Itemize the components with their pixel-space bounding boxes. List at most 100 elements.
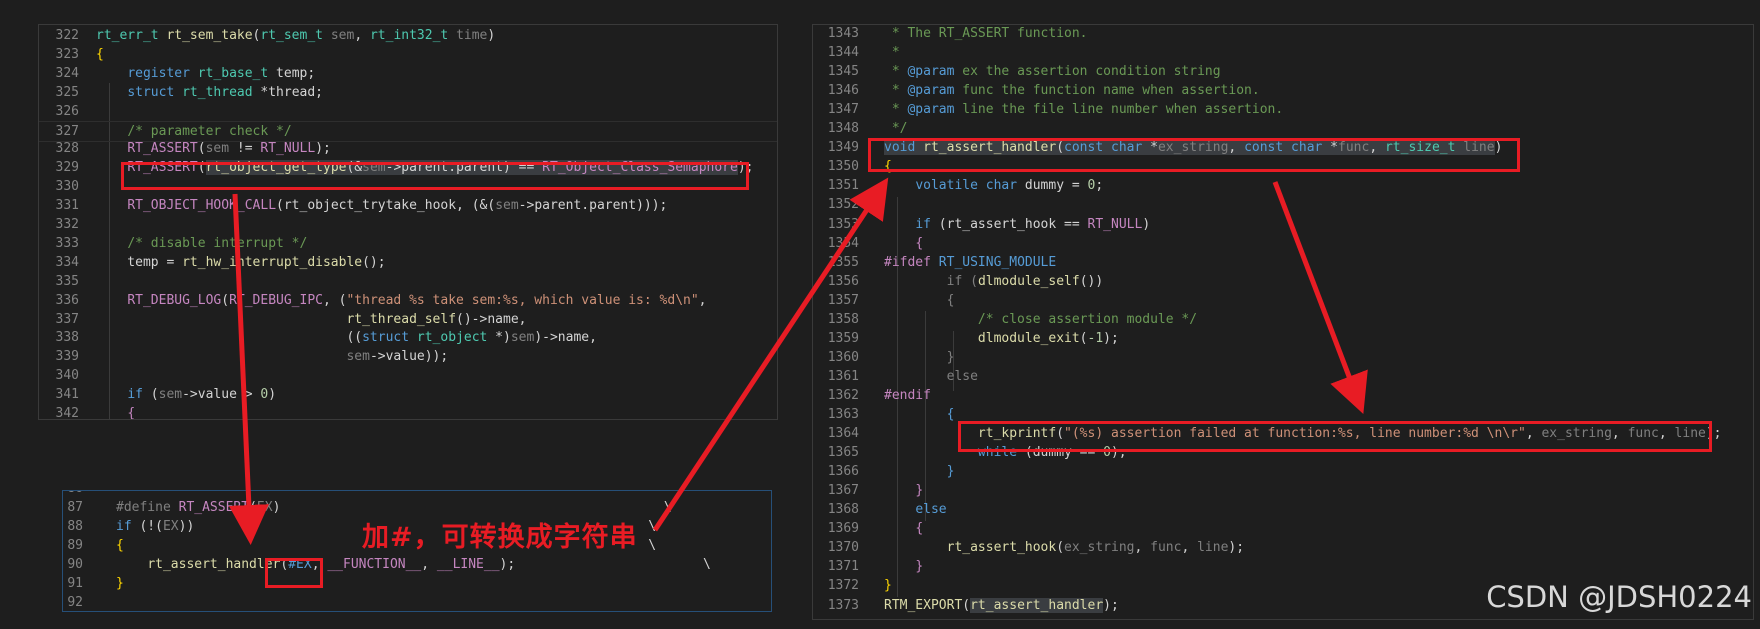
code-line[interactable]: 1349 void rt_assert_handler(const char *e… [813,138,1753,157]
code-text: * [891,45,900,61]
code-text: while (dummy == 0); [977,445,1127,461]
code-text: temp = rt_hw_interrupt_disable(); [96,254,386,270]
code-line[interactable]: 328 RT_ASSERT(sem != RT_NULL); [39,139,777,158]
code-line[interactable]: 1368 else [813,500,1753,519]
code-line[interactable]: 1343 * The RT_ASSERT function. [813,25,1753,43]
code-line[interactable]: 1355 #ifdef RT_USING_MODULE [813,253,1753,272]
code-text: /* close assertion module */ [977,311,1198,327]
code-line[interactable]: 1370 rt_assert_hook(ex_string, func, lin… [813,538,1753,557]
code-text: #ifdef RT_USING_MODULE [884,254,1057,270]
code-line[interactable]: 341 if (sem->value > 0) [39,385,777,404]
line-number: 1343 [827,26,859,41]
line-number: 337 [55,311,79,327]
code-line[interactable]: 334 temp = rt_hw_interrupt_disable(); [39,253,777,272]
code-line[interactable]: 1369 { [813,519,1753,538]
code-text: } [915,559,924,575]
line-number: 334 [55,254,79,270]
code-text: register rt_base_t temp; [127,65,316,81]
code-line[interactable]: 92 [63,593,771,611]
code-line[interactable]: 1356 if (dlmodule_self()) [813,272,1753,291]
code-line[interactable]: 1371 } [813,557,1753,576]
code-text: if (rt_assert_hook == RT_NULL) [915,216,1151,232]
line-number: 1367 [827,483,859,499]
code-line[interactable]: 1363 { [813,405,1753,424]
code-line[interactable]: 1359 dlmodule_exit(-1); [813,329,1753,348]
code-line[interactable]: 1354 { [813,234,1753,253]
code-line[interactable]: 1350 { [813,157,1753,176]
code-line[interactable]: 86 [63,491,771,498]
code-line[interactable]: 333 /* disable interrupt */ [39,234,777,253]
code-text: /* disable interrupt */ [127,235,308,251]
line-number: 1357 [827,292,859,308]
code-line[interactable]: 1366 } [813,462,1753,481]
code-text: } [884,578,892,594]
line-number: 1354 [827,235,859,251]
code-text: { [884,159,892,175]
line-number: 1363 [827,407,859,422]
code-line[interactable]: 339 sem->value)); [39,347,777,366]
code-text: { [915,235,924,251]
code-line[interactable]: 335 [39,272,777,291]
code-line[interactable]: 90 rt_assert_handler(#EX, __FUNCTION__, … [63,555,771,574]
code-line[interactable]: 340 [39,366,777,385]
line-number: 331 [55,198,79,214]
line-number: 89 [67,538,83,553]
code-text: */ [891,121,908,137]
line-number: 327 [55,123,79,139]
code-line[interactable]: 91} [63,574,771,593]
code-text: ((struct rt_object *)sem)->name, [96,330,597,346]
code-line[interactable]: 1367 } [813,481,1753,500]
code-line[interactable]: 324 register rt_base_t temp; [39,64,777,83]
line-number: 323 [55,46,79,62]
line-number: 1371 [827,559,859,575]
line-number: 90 [67,557,83,572]
code-line[interactable]: 1352 [813,195,1753,214]
code-text: RT_OBJECT_HOOK_CALL(rt_object_trytake_ho… [127,198,668,214]
code-line[interactable]: 1353 if (rt_assert_hook == RT_NULL) [813,215,1753,234]
code-line[interactable]: 1364 rt_kprintf("(%s) assertion failed a… [813,424,1753,443]
code-line[interactable]: 329 RT_ASSERT(rt_object_get_type(&sem->p… [39,158,777,177]
code-line[interactable]: 1361 else [813,367,1753,386]
code-text: rt_assert_handler(#EX, __FUNCTION__, __L… [147,557,711,572]
line-number: 1349 [827,140,859,156]
code-line[interactable]: 1358 /* close assertion module */ [813,310,1753,329]
line-number: 91 [67,576,83,591]
code-line[interactable]: 332 [39,215,777,234]
code-text: RTM_EXPORT(rt_assert_handler); [884,597,1119,613]
code-line[interactable]: 1360 } [813,348,1753,367]
code-text: dlmodule_exit(-1); [977,330,1119,346]
code-line[interactable]: 330 [39,177,777,196]
code-line[interactable]: 337 rt_thread_self()->name, [39,310,777,329]
code-line[interactable]: 1346 * @param func the function name whe… [813,81,1753,100]
code-line[interactable]: 322 rt_err_t rt_sem_take(rt_sem_t sem, rt… [39,26,777,45]
code-line[interactable]: 338 ((struct rt_object *)sem)->name, [39,328,777,347]
editor-panel-rt-sem-take[interactable]: 322 rt_err_t rt_sem_take(rt_sem_t sem, rt… [38,24,778,420]
code-line[interactable]: 1344 * [813,43,1753,62]
code-text: * @param func the function name when ass… [891,83,1260,99]
line-number: 92 [67,595,83,610]
code-line[interactable]: 1365 while (dummy == 0); [813,443,1753,462]
line-number: 336 [55,292,79,308]
code-text: } [946,464,955,480]
code-line[interactable]: 1362 #endif [813,386,1753,405]
code-line[interactable]: 1348 */ [813,119,1753,138]
editor-panel-rt-assert-handler[interactable]: 1343 * The RT_ASSERT function. 1344 * 1345… [812,24,1754,620]
code-line[interactable]: 1345 * @param ex the assertion condition… [813,62,1753,81]
code-line[interactable]: 331 RT_OBJECT_HOOK_CALL(rt_object_trytak… [39,196,777,215]
code-line[interactable]: 326 [39,102,777,121]
code-line[interactable]: 342 { [39,404,777,419]
code-line[interactable]: 1357 { [813,291,1753,310]
code-line[interactable]: 1351 volatile char dummy = 0; [813,176,1753,195]
line-number: 1361 [827,368,859,384]
code-text: /* parameter check */ [127,123,292,139]
line-number: 1360 [827,349,859,365]
code-line[interactable]: 327 /* parameter check */ [39,120,777,142]
line-number: 1364 [827,426,859,442]
line-number: 341 [55,387,79,403]
code-line[interactable]: 1347 * @param line the file line number … [813,100,1753,119]
code-text: { [946,407,955,422]
code-line[interactable]: 325 struct rt_thread *thread; [39,83,777,102]
line-number: 338 [55,330,79,346]
code-line[interactable]: 336 RT_DEBUG_LOG(RT_DEBUG_IPC, ("thread … [39,291,777,310]
code-line[interactable]: 323 { [39,45,777,64]
